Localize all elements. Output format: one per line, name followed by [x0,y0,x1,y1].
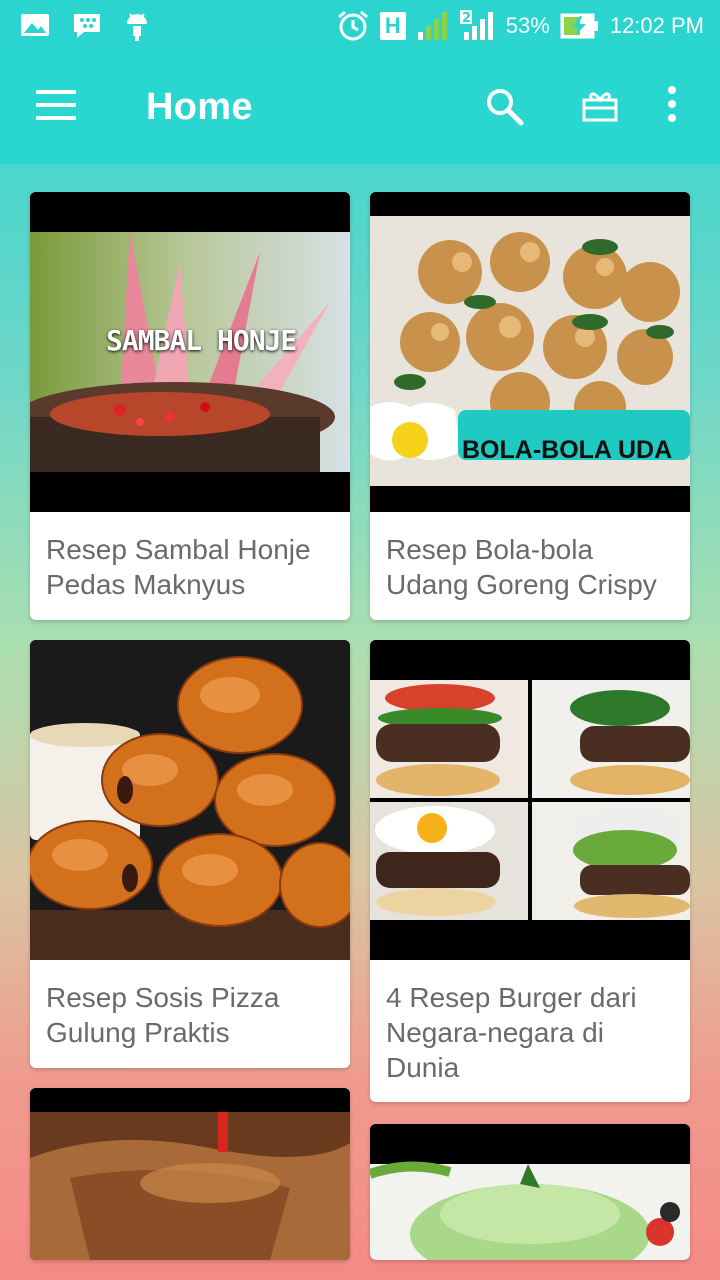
network-type-badge: H [379,12,406,40]
recipe-card[interactable] [30,1088,350,1260]
recipe-thumbnail [370,640,690,960]
recipe-title: 4 Resep Burger dari Negara-negara di Dun… [386,982,637,1083]
signal-sim1-icon [417,12,447,40]
recipe-thumbnail: BOLA-BOLA UDA [370,192,690,512]
sosis-pizza-image [30,640,350,960]
recipe-title: Resep Sambal Honje Pedas Maknyus [46,534,311,600]
burger-collage-image [370,640,690,960]
recipe-card[interactable]: SAMBAL HONJE Resep Sambal Honje Pedas Ma… [30,192,350,620]
search-icon[interactable] [484,86,524,126]
svg-text:2: 2 [462,11,471,26]
recipe-card[interactable]: Resep Sosis Pizza Gulung Praktis [30,640,350,1068]
recipe-card[interactable] [370,1124,690,1260]
recipe-thumbnail [370,1124,690,1260]
recipe-card[interactable]: BOLA-BOLA UDA Resep Bola-bola Udang Gore… [370,192,690,620]
alarm-icon [337,10,368,41]
battery-charging-icon [560,13,598,39]
status-bar: H 2 53% 12:02 PM [0,0,720,52]
recipe-title: Resep Bola-bola Udang Goreng Crispy [386,534,657,600]
recipe-title: Resep Sosis Pizza Gulung Praktis [46,982,280,1048]
battery-percent: 53% [505,13,550,38]
recipe-image [30,1088,350,1260]
image-caption: SAMBAL HONJE [106,324,297,357]
recipe-card[interactable]: 4 Resep Burger dari Negara-negara di Dun… [370,640,690,1102]
recipe-image [370,1124,690,1260]
page-title: Home [146,86,253,128]
image-caption: BOLA-BOLA UDA [462,436,673,464]
recipe-thumbnail: SAMBAL HONJE [30,192,350,512]
gift-icon[interactable] [582,88,618,124]
android-debug-icon [127,13,147,41]
clock: 12:02 PM [609,13,704,38]
hamburger-menu-icon[interactable] [36,90,76,120]
app-bar: Home [0,52,720,164]
signal-sim2-icon: 2 [459,10,493,40]
recipe-thumbnail [30,640,350,960]
gallery-notification-icon [21,14,49,36]
bbm-notification-icon [74,14,100,38]
recipe-thumbnail [30,1088,350,1260]
more-options-icon[interactable] [664,86,680,126]
